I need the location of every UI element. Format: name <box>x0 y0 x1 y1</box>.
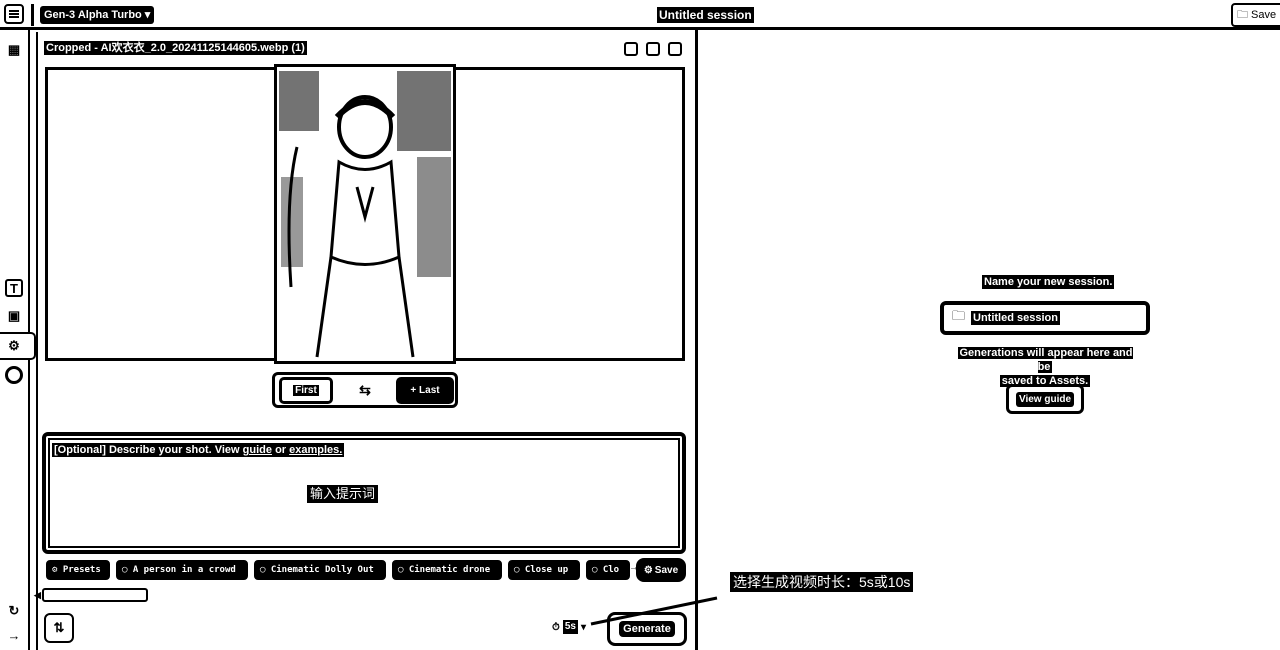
session-info-line1: Generations will appear here and be <box>957 347 1133 373</box>
first-frame-label: First <box>293 385 319 396</box>
session-info: Generations will appear here and be save… <box>950 346 1140 388</box>
bulb-icon: ◯ <box>122 565 128 575</box>
image-settings-icon: ⇅ <box>53 620 65 635</box>
image-upload-button[interactable]: ⇅ <box>44 613 74 643</box>
bulb-icon: ◯ <box>398 565 404 575</box>
duration-select[interactable]: ⏱ 5s ▾ <box>552 620 586 634</box>
top-bar <box>0 0 1280 30</box>
preset-chip-label: Close up <box>524 565 569 575</box>
camera-icon[interactable]: ▣ <box>5 307 23 325</box>
hamburger-icon <box>9 10 19 18</box>
logout-icon[interactable]: → <box>5 626 23 644</box>
model-select-label: Gen-3 Alpha Turbo <box>44 9 142 21</box>
view-guide-button[interactable]: View guide <box>1006 384 1084 414</box>
grid-icon[interactable]: ▦ <box>5 41 23 59</box>
scrollbar[interactable] <box>42 588 148 602</box>
presets-button[interactable]: ⚙ Presets <box>46 560 110 580</box>
history-icon[interactable]: ↻ <box>5 602 23 620</box>
trash-icon[interactable] <box>668 42 682 56</box>
guide-link[interactable]: guide <box>243 444 272 456</box>
save-session-button[interactable]: 🗀 Save <box>1231 3 1280 27</box>
text-icon[interactable]: T <box>5 279 23 297</box>
last-frame-button[interactable]: + Last <box>396 377 454 404</box>
save-preset-button[interactable]: ⚙ Save <box>636 558 686 582</box>
asset-file-name: Cropped - AI欢衣衣_2.0_20241125144605.webp … <box>44 41 307 55</box>
preset-chip-label: A person in a crowd <box>132 565 236 575</box>
annotation-arrow <box>590 596 718 626</box>
model-select[interactable]: Gen-3 Alpha Turbo ▾ <box>40 6 155 24</box>
folder-icon: 🗀 <box>952 308 966 323</box>
circle-icon[interactable] <box>5 366 23 384</box>
preset-chip[interactable]: ◯ A person in a crowd <box>116 560 248 580</box>
view-guide-label: View guide <box>1015 391 1075 407</box>
session-name-prompt: Name your new session. <box>982 275 1115 289</box>
panel-divider <box>695 30 698 650</box>
save-session-label: Save <box>1251 9 1277 21</box>
placeholder-text: [Optional] Describe your shot. View <box>54 444 240 456</box>
portrait-image <box>277 67 453 361</box>
timer-icon: ⏱ <box>552 621 560 633</box>
settings-icon: ⚙ <box>643 564 653 576</box>
preset-chip-label: Cinematic drone <box>408 565 491 575</box>
menu-button[interactable] <box>4 4 24 24</box>
preset-chip-label: Clo <box>602 565 620 575</box>
preset-chip-label: Cinematic Dolly Out <box>270 565 374 575</box>
toolbar-divider <box>31 4 34 26</box>
gear-icon[interactable]: ⚙ <box>5 337 23 355</box>
bulb-icon: ◯ <box>260 565 266 575</box>
preset-chip[interactable]: ◯ Cinematic Dolly Out <box>254 560 386 580</box>
session-title[interactable]: Untitled session <box>657 7 754 23</box>
preset-chip[interactable]: ◯ Cinematic drone <box>392 560 502 580</box>
annotation-input-prompt: 输入提示词 <box>307 485 379 503</box>
placeholder-or: or <box>275 444 287 456</box>
session-name-input[interactable]: 🗀 Untitled session <box>940 301 1150 335</box>
input-image <box>274 64 456 364</box>
presets-label: Presets <box>62 565 101 575</box>
folder-icon: 🗀 <box>1237 9 1248 21</box>
preset-chip[interactable]: ◯ Clo <box>586 560 630 580</box>
swap-icon[interactable]: ⇆ <box>345 379 385 401</box>
duplicate-icon[interactable] <box>624 42 638 56</box>
crop-icon[interactable] <box>646 42 660 56</box>
chevron-down-icon: ▾ <box>144 9 151 21</box>
prompt-placeholder: [Optional] Describe your shot. View guid… <box>52 443 345 457</box>
bulb-icon: ◯ <box>514 565 520 575</box>
gear-icon: ⚙ <box>52 565 58 575</box>
save-preset-label: Save <box>654 564 679 576</box>
annotation-duration: 选择生成视频时长：5s或10s <box>730 572 914 592</box>
examples-link[interactable]: examples. <box>289 444 342 456</box>
drag-handle-icon[interactable]: ◀ <box>34 590 41 601</box>
first-frame-button[interactable]: First <box>279 377 333 404</box>
preset-chip[interactable]: ◯ Close up <box>508 560 580 580</box>
session-name-value: Untitled session <box>971 311 1060 325</box>
bulb-icon: ◯ <box>592 565 598 575</box>
duration-value: 5s <box>562 620 578 634</box>
